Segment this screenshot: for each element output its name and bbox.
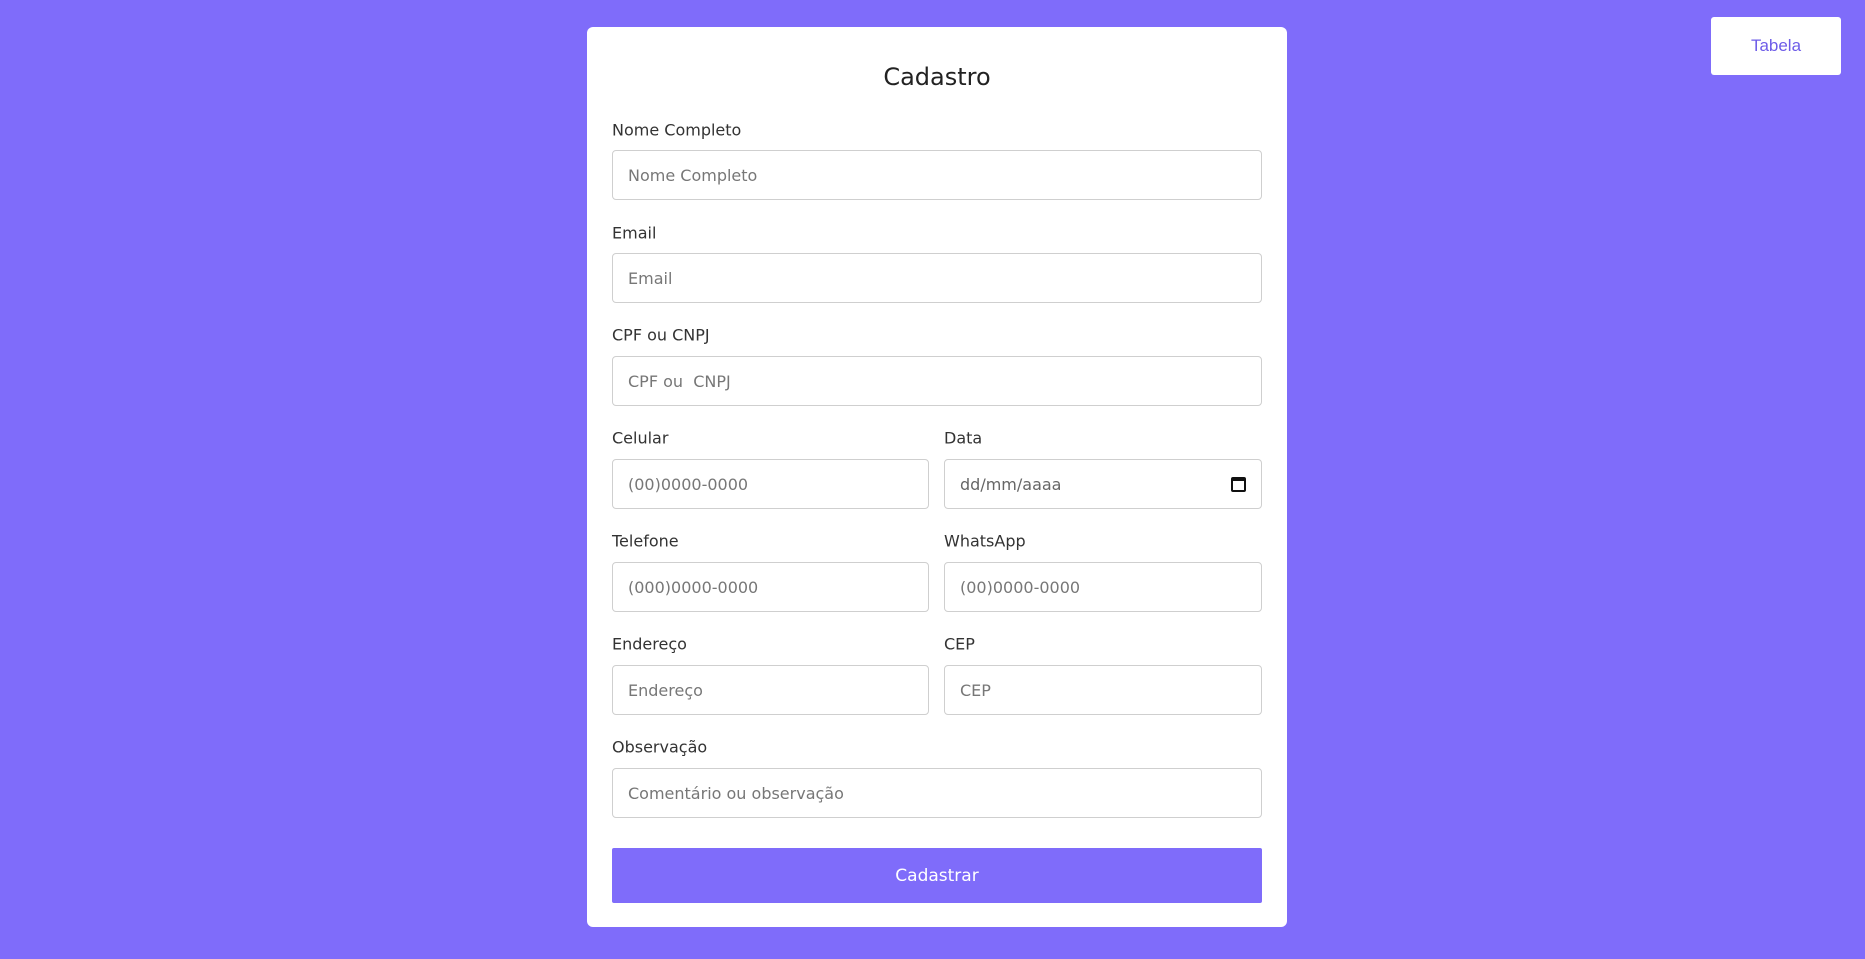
endereco-label: Endereço bbox=[612, 634, 687, 654]
celular-label: Celular bbox=[612, 428, 669, 448]
registration-form: Cadastro Nome Completo Email CPF ou CNPJ… bbox=[587, 27, 1287, 927]
calendar-icon[interactable] bbox=[1231, 476, 1246, 492]
email-input[interactable] bbox=[612, 253, 1262, 303]
whatsapp-label: WhatsApp bbox=[944, 531, 1026, 551]
data-placeholder: dd/mm/aaaa bbox=[960, 474, 1062, 494]
data-label: Data bbox=[944, 428, 983, 448]
whatsapp-input[interactable] bbox=[944, 562, 1262, 612]
cadastrar-button[interactable]: Cadastrar bbox=[612, 848, 1262, 903]
tabela-button[interactable]: Tabela bbox=[1711, 17, 1841, 75]
cep-input[interactable] bbox=[944, 665, 1262, 715]
telefone-input[interactable] bbox=[612, 562, 929, 612]
observacao-label: Observação bbox=[612, 737, 708, 757]
form-title: Cadastro bbox=[883, 63, 991, 91]
cpf-input[interactable] bbox=[612, 356, 1262, 406]
data-input[interactable]: dd/mm/aaaa bbox=[944, 459, 1262, 509]
celular-input[interactable] bbox=[612, 459, 929, 509]
cpf-label: CPF ou CNPJ bbox=[612, 325, 710, 345]
telefone-label: Telefone bbox=[612, 531, 679, 551]
cep-label: CEP bbox=[944, 634, 975, 654]
nome-input[interactable] bbox=[612, 150, 1262, 200]
observacao-input[interactable] bbox=[612, 768, 1262, 818]
endereco-input[interactable] bbox=[612, 665, 929, 715]
email-label: Email bbox=[612, 223, 657, 243]
nome-label: Nome Completo bbox=[612, 120, 742, 140]
